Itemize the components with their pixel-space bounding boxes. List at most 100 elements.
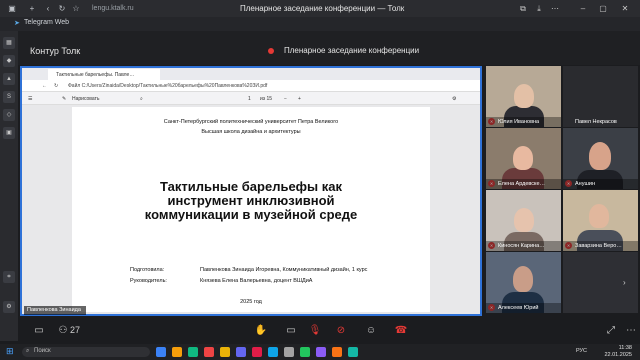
taskbar-app-icon[interactable] bbox=[300, 347, 310, 357]
participant-tile[interactable]: ✕ Киносян Карина… bbox=[486, 190, 561, 251]
pdf-tab[interactable]: Тактильные барельефы. Павле… bbox=[48, 69, 160, 80]
bookmark-icon[interactable]: ☆ bbox=[70, 3, 82, 14]
pdf-document-area: Санкт-Петербургский политехнический унив… bbox=[22, 105, 480, 314]
address-bar[interactable]: lengu.ktalk.ru bbox=[92, 5, 134, 12]
back-icon[interactable]: ‹ bbox=[42, 3, 54, 14]
participant-name: Анушин bbox=[563, 179, 638, 189]
school-name: Высшая школа дизайна и архитектуры bbox=[201, 129, 301, 135]
participant-name: Заварзина Веро… bbox=[563, 241, 638, 251]
participant-tile[interactable]: ✕ Заварзина Веро… bbox=[563, 190, 638, 251]
browser-sidebar: ▦ ◆ ▲ S ◇ ▣ ⌗ ⚙ bbox=[0, 31, 18, 341]
participant-tile[interactable]: ✕ Анушин bbox=[563, 128, 638, 189]
back-icon[interactable]: ← bbox=[42, 83, 47, 89]
participant-tile[interactable]: ✕ Елена Ардевскe… bbox=[486, 128, 561, 189]
settings-icon[interactable]: ⚙ bbox=[452, 96, 456, 102]
participant-name: Алексеев Юрий bbox=[486, 303, 561, 313]
raise-hand-icon[interactable]: ✋ bbox=[254, 325, 268, 337]
taskbar-app-icon[interactable] bbox=[332, 347, 342, 357]
taskbar-app-icon[interactable] bbox=[188, 347, 198, 357]
meeting-title: Пленарное заседание конференции bbox=[284, 46, 420, 55]
participants-icon[interactable]: ⚇ bbox=[56, 325, 70, 337]
participant-name: Павел Некрасов bbox=[575, 119, 617, 125]
camera-off-icon[interactable]: ⊘ bbox=[334, 325, 348, 337]
participants-count: 27 bbox=[70, 325, 81, 335]
sidebar-app-icon[interactable]: ◆ bbox=[3, 55, 15, 67]
fullscreen-icon[interactable]: ⤢ bbox=[604, 325, 618, 337]
window-title: Пленарное заседание конференции — Толк bbox=[240, 4, 405, 13]
supervisor-label: Руководитель: bbox=[130, 278, 167, 284]
taskbar-app-icon[interactable] bbox=[252, 347, 262, 357]
chat-icon[interactable]: ▭ bbox=[32, 325, 46, 337]
sidebar-app-icon[interactable]: ▲ bbox=[3, 73, 15, 85]
taskbar-app-icon[interactable] bbox=[348, 347, 358, 357]
next-page-icon[interactable]: › bbox=[623, 278, 626, 287]
participant-tile[interactable]: ✕ Алексеев Юрий bbox=[486, 252, 561, 313]
app-brand: Контур Толк bbox=[30, 46, 81, 56]
author-value: Павленкова Зинаида Игоревна, Коммуникати… bbox=[200, 267, 368, 273]
taskbar-app-icon[interactable] bbox=[172, 347, 182, 357]
search-icon: ⌕ bbox=[26, 348, 30, 354]
meeting-header: Контур Толк Пленарное заседание конферен… bbox=[18, 31, 640, 65]
maximize-button[interactable]: ▢ bbox=[596, 3, 610, 14]
document-title: Тактильные барельефы как инструмент инкл… bbox=[144, 179, 358, 222]
close-window-button[interactable]: ✕ bbox=[618, 3, 632, 14]
participant-tile[interactable]: ✕ Юлия Ивановна bbox=[486, 66, 561, 127]
pdf-toolbar: ☰ ✎ Нарисовать ⌕ 1 из 15 − + ⚙ bbox=[22, 92, 480, 105]
page-total: из 15 bbox=[260, 96, 273, 102]
taskbar-app-icon[interactable] bbox=[284, 347, 294, 357]
reaction-icon[interactable]: ☺ bbox=[364, 325, 378, 337]
sidebar-app-icon[interactable]: ▦ bbox=[3, 37, 15, 49]
screen-share-icon[interactable]: ▭ bbox=[284, 325, 298, 337]
university-name: Санкт-Петербургский политехнический унив… bbox=[163, 119, 339, 125]
sidebar-app-icon[interactable]: ▣ bbox=[3, 127, 15, 139]
participant-name: Юлия Ивановна bbox=[486, 117, 561, 127]
windows-start-icon[interactable]: ⊞ bbox=[6, 346, 14, 357]
reload-icon[interactable]: ↻ bbox=[56, 3, 68, 14]
reload-icon[interactable]: ↻ bbox=[54, 83, 58, 89]
draw-icon[interactable]: ✎ bbox=[62, 96, 66, 102]
draw-button[interactable]: Нарисовать bbox=[72, 96, 99, 102]
pdf-page: Санкт-Петербургский политехнический унив… bbox=[72, 107, 430, 312]
sidebar-app-icon[interactable]: ⌗ bbox=[3, 271, 15, 283]
download-icon[interactable]: ⤓ bbox=[532, 3, 546, 14]
recording-indicator-icon bbox=[268, 48, 274, 54]
browser-tab-bar: ▣ + ‹ ↻ ☆ lengu.ktalk.ru Пленарное засед… bbox=[0, 0, 640, 17]
sidebar-app-icon[interactable]: S bbox=[3, 91, 15, 103]
minimize-button[interactable]: – bbox=[576, 3, 590, 14]
keyboard-language[interactable]: РУС bbox=[576, 348, 587, 354]
sidebar-toggle-icon[interactable]: ▣ bbox=[6, 3, 18, 14]
participant-tile[interactable]: › bbox=[563, 252, 638, 313]
sidebar-app-icon[interactable]: ◇ bbox=[3, 109, 15, 121]
supervisor-value: Князева Елена Валерьевна, доцент ВШДиА bbox=[200, 278, 313, 284]
taskbar-search[interactable]: ⌕ Поиск bbox=[22, 347, 150, 357]
presenter-name-tag: Павленкова Зинаида bbox=[24, 306, 86, 315]
page-number-input[interactable]: 1 bbox=[248, 96, 251, 102]
zoom-in-icon[interactable]: + bbox=[298, 96, 301, 102]
system-clock[interactable]: 11:38 22.01.2025 bbox=[592, 345, 632, 359]
taskbar-app-icon[interactable] bbox=[220, 347, 230, 357]
extensions-icon[interactable]: ⧉ bbox=[516, 3, 530, 14]
meeting-controls: ▭ ⚇ 27 ✋ ▭ 🎙︎ ⊘ ☺ ☎ ⤢ ⋯ bbox=[18, 316, 640, 344]
taskbar-app-icon[interactable] bbox=[204, 347, 214, 357]
mic-off-icon[interactable]: 🎙︎ bbox=[308, 325, 322, 337]
participant-tile[interactable]: Павел Некрасов bbox=[563, 66, 638, 127]
menu-icon[interactable]: ☰ bbox=[28, 96, 32, 102]
sidebar-settings-icon[interactable]: ⚙ bbox=[3, 301, 15, 313]
participant-name: Киносян Карина… bbox=[486, 241, 561, 251]
pdf-viewer-tab-bar: Тактильные барельефы. Павле… bbox=[22, 68, 480, 80]
menu-icon[interactable]: ⋯ bbox=[548, 3, 562, 14]
participant-name: Елена Ардевскe… bbox=[486, 179, 561, 189]
shared-screen: Тактильные барельефы. Павле… ← ↻ Файл C:… bbox=[20, 66, 482, 316]
taskbar-app-icon[interactable] bbox=[268, 347, 278, 357]
taskbar-app-icon[interactable] bbox=[316, 347, 326, 357]
taskbar-app-icon[interactable] bbox=[236, 347, 246, 357]
document-year: 2025 год bbox=[240, 299, 262, 305]
taskbar-app-icon[interactable] bbox=[156, 347, 166, 357]
leave-call-icon[interactable]: ☎ bbox=[394, 325, 408, 337]
more-icon[interactable]: ⋯ bbox=[624, 325, 638, 337]
file-path[interactable]: Файл C:/Users/Zinaida/Desktop/Тактильные… bbox=[68, 83, 267, 89]
new-tab-icon[interactable]: + bbox=[26, 3, 38, 14]
bookmark-telegram[interactable]: Telegram Web bbox=[24, 19, 69, 26]
search-icon[interactable]: ⌕ bbox=[140, 96, 143, 102]
zoom-out-icon[interactable]: − bbox=[284, 96, 287, 102]
